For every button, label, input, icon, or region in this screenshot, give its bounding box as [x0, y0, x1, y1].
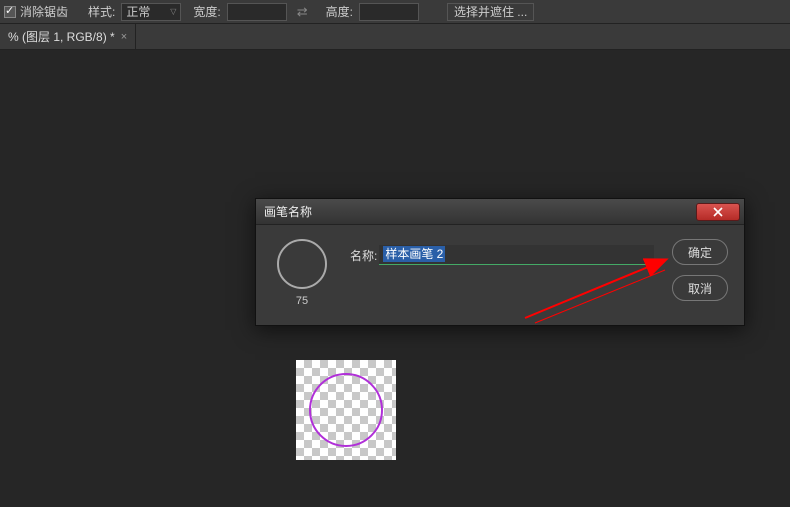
width-input[interactable]	[227, 3, 287, 21]
select-and-mask-label: 选择并遮住 ...	[454, 3, 527, 20]
ok-button[interactable]: 确定	[672, 239, 728, 265]
dialog-close-button[interactable]	[696, 203, 740, 221]
cancel-button[interactable]: 取消	[672, 275, 728, 301]
width-label: 宽度:	[193, 3, 220, 20]
select-and-mask-button[interactable]: 选择并遮住 ...	[447, 3, 534, 21]
height-label: 高度:	[326, 3, 353, 20]
brush-name-value: 样本画笔 2	[383, 246, 445, 262]
document-tab[interactable]: % (图层 1, RGB/8) * ×	[0, 24, 136, 49]
dialog-body: 75 名称: 样本画笔 2 确定 取消	[256, 225, 744, 325]
antialias-label: 消除锯齿	[20, 3, 68, 20]
brush-preview-circle	[277, 239, 327, 289]
cancel-label: 取消	[688, 280, 712, 297]
brush-name-dialog: 画笔名称 75 名称: 样本画笔 2 确定 取消	[255, 198, 745, 326]
brush-preview: 75	[272, 239, 332, 307]
options-bar: 消除锯齿 样式: 正常 ▽ 宽度: ⇄ 高度: 选择并遮住 ...	[0, 0, 790, 24]
antialias-checkbox[interactable]	[4, 6, 16, 18]
chevron-down-icon: ▽	[170, 7, 176, 16]
dialog-titlebar[interactable]: 画笔名称	[256, 199, 744, 225]
close-icon[interactable]: ×	[121, 31, 127, 43]
style-dropdown[interactable]: 正常 ▽	[121, 3, 181, 21]
brush-preview-size: 75	[272, 295, 332, 307]
ok-label: 确定	[688, 244, 712, 261]
document-tab-bar: % (图层 1, RGB/8) * ×	[0, 24, 790, 50]
dialog-title: 画笔名称	[264, 203, 312, 220]
dialog-buttons: 确定 取消	[672, 239, 728, 301]
name-row: 名称: 样本画笔 2	[350, 245, 654, 265]
brush-name-input[interactable]: 样本画笔 2	[379, 245, 654, 265]
name-label: 名称:	[350, 247, 377, 264]
close-icon	[713, 207, 723, 217]
height-input[interactable]	[359, 3, 419, 21]
document-tab-title: % (图层 1, RGB/8) *	[8, 28, 115, 45]
purple-circle-shape	[309, 373, 383, 447]
canvas-thumbnail	[296, 360, 396, 460]
style-value: 正常	[126, 3, 150, 20]
style-label: 样式:	[88, 3, 115, 20]
swap-icon[interactable]: ⇄	[297, 4, 308, 20]
